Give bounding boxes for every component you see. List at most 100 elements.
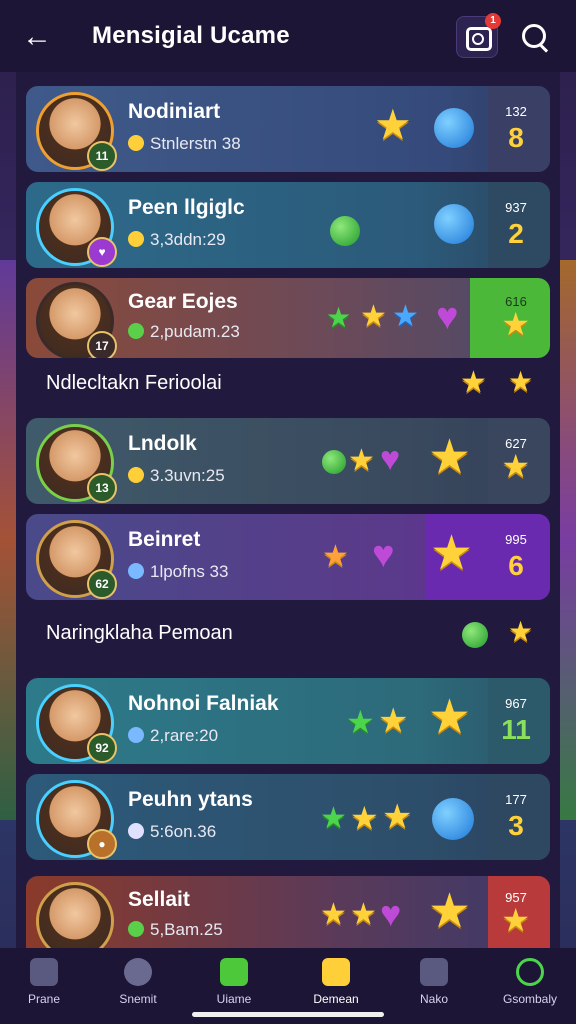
heart-icon: ♥ (380, 893, 402, 934)
level-badge: 62 (87, 569, 117, 599)
star-icon: ★ (374, 101, 412, 148)
player-name: Nohnoi Falniak (128, 692, 279, 715)
rank-number: 11 (501, 714, 531, 745)
star-icon: ★ (428, 885, 472, 938)
star-icon: ★ (430, 527, 474, 580)
star-icon: ★ (348, 444, 375, 477)
level-badge: 13 (87, 473, 117, 503)
level-badge: ● (87, 829, 117, 859)
player-stats-text: Stnlerstn 38 (150, 134, 241, 153)
section-title: Naringklaha Pemoan (46, 622, 233, 644)
camera-button[interactable]: 1 (456, 13, 501, 58)
tab-label: Uiame (216, 992, 252, 1006)
rank-number: 2 (508, 218, 524, 249)
level-badge: 92 (87, 733, 117, 763)
player-name: Gear Eojes (128, 290, 238, 313)
star-icon: ★ (508, 366, 534, 397)
avatar: 17 (36, 282, 117, 358)
coin-icon (128, 135, 144, 151)
coin-icon (128, 727, 144, 743)
tab-label: Gsombaly (502, 992, 558, 1006)
star-icon: ★ (508, 616, 534, 647)
player-card[interactable]: 62 Beinret 1lpofns 33 ★ ♥ ★ 995 6 (26, 514, 550, 600)
camera-lens-icon (472, 33, 484, 45)
score-value: 995 (505, 532, 527, 547)
leaf-icon (124, 958, 152, 986)
home-indicator[interactable] (192, 1012, 384, 1017)
coin-icon (128, 823, 144, 839)
player-card[interactable]: 92 Nohnoi Falniak 2,rare:20 ★ ★ ★ 967 11 (26, 678, 550, 764)
player-name: Nodiniart (128, 100, 221, 123)
player-name: Lndolk (128, 432, 197, 455)
avatar (36, 882, 114, 948)
star-icon: ★ (501, 448, 530, 484)
star-icon: ★ (320, 802, 347, 835)
heart-bubble-icon[interactable] (434, 108, 474, 148)
player-stats-text: 5,Bam.25 (150, 920, 223, 939)
tab-search[interactable]: Gsombaly (490, 958, 570, 1006)
tab-demean[interactable]: Demean (296, 958, 376, 1006)
player-name: Sellait (128, 888, 190, 911)
tab-label: Snemit (119, 992, 157, 1006)
star-icon: ★ (326, 302, 352, 333)
player-card[interactable]: Sellait 5,Bam.25 ★ ★ ♥ ★ 957 ★ (26, 876, 550, 948)
app-header: ← Mensigial Ucame 1 (0, 0, 576, 72)
back-arrow-icon[interactable]: ← (22, 20, 56, 54)
player-stats-text: 2,pudam.23 (150, 322, 240, 341)
player-card[interactable]: ● Peuhn ytans 5:6on.36 ★ ★ ★ 177 3 (26, 774, 550, 860)
star-icon: ★ (346, 704, 375, 740)
avatar: ● (36, 780, 117, 859)
player-card[interactable]: 13 Lndolk 3.3uvn:25 ★ ♥ ★ 627 ★ (26, 418, 550, 504)
tab-home[interactable]: Prane (4, 958, 84, 1006)
tab-submit[interactable]: Snemit (98, 958, 178, 1006)
heart-icon: ♥ (372, 534, 395, 576)
tab-label: Prane (27, 992, 61, 1006)
section-title: Ndlecltakn Ferioolai (46, 372, 222, 394)
player-stats: 2,rare:20 (128, 726, 218, 746)
notification-badge: 1 (485, 13, 501, 29)
heart-bubble-icon[interactable] (434, 204, 474, 244)
player-stats: 5,Bam.25 (128, 920, 223, 940)
search-button[interactable] (514, 16, 554, 56)
coin-icon (128, 563, 144, 579)
rank-number: 3 (508, 810, 524, 841)
star-tab-icon (322, 958, 350, 986)
star-icon: ★ (350, 800, 379, 836)
star-icon: ★ (392, 300, 419, 333)
search-handle-icon (538, 43, 549, 53)
section-header: Ndlecltakn Ferioolai ★ ★ (26, 360, 550, 408)
leaderboard-list[interactable]: 11 Nodiniart Stnlerstn 38 ★ 132 8 ♥ Peen… (16, 72, 560, 948)
score-value: 177 (505, 792, 527, 807)
avatar: 92 (36, 684, 117, 763)
player-stats: 2,pudam.23 (128, 322, 240, 342)
player-stats-text: 3,3ddn:29 (150, 230, 226, 249)
player-name: Beinret (128, 528, 201, 551)
coin-icon (128, 467, 144, 483)
home-icon (30, 958, 58, 986)
player-card[interactable]: ♥ Peen llgiglc 3,3ddn:29 937 2 (26, 182, 550, 268)
star-icon: ★ (350, 898, 377, 931)
tab-label: Nako (419, 992, 448, 1006)
star-icon: ★ (501, 306, 530, 342)
star-icon: ★ (322, 540, 349, 573)
tab-nako[interactable]: Nako (394, 958, 474, 1006)
heart-bubble-icon[interactable] (432, 798, 474, 840)
star-icon: ★ (428, 691, 472, 744)
heart-icon: ♥ (436, 296, 459, 338)
player-stats-text: 1lpofns 33 (150, 562, 229, 581)
player-name: Peen llgiglc (128, 196, 245, 219)
rank-number: 6 (508, 550, 524, 581)
player-stats: 3,3ddn:29 (128, 230, 226, 250)
heart-icon: ♥ (380, 440, 401, 478)
score-value: 967 (505, 696, 527, 711)
tab-game[interactable]: Uiame (194, 958, 274, 1006)
player-stats: 3.3uvn:25 (128, 466, 225, 486)
star-icon: ★ (378, 702, 409, 740)
star-icon: ★ (360, 300, 387, 333)
avatar: ♥ (36, 188, 117, 267)
player-stats: 5:6on.36 (128, 822, 216, 842)
coin-icon (128, 323, 144, 339)
player-card[interactable]: 17 Gear Eojes 2,pudam.23 ★ ★ ★ ♥ 616 ★ (26, 278, 550, 358)
player-card[interactable]: 11 Nodiniart Stnlerstn 38 ★ 132 8 (26, 86, 550, 172)
search-tab-icon (516, 958, 544, 986)
